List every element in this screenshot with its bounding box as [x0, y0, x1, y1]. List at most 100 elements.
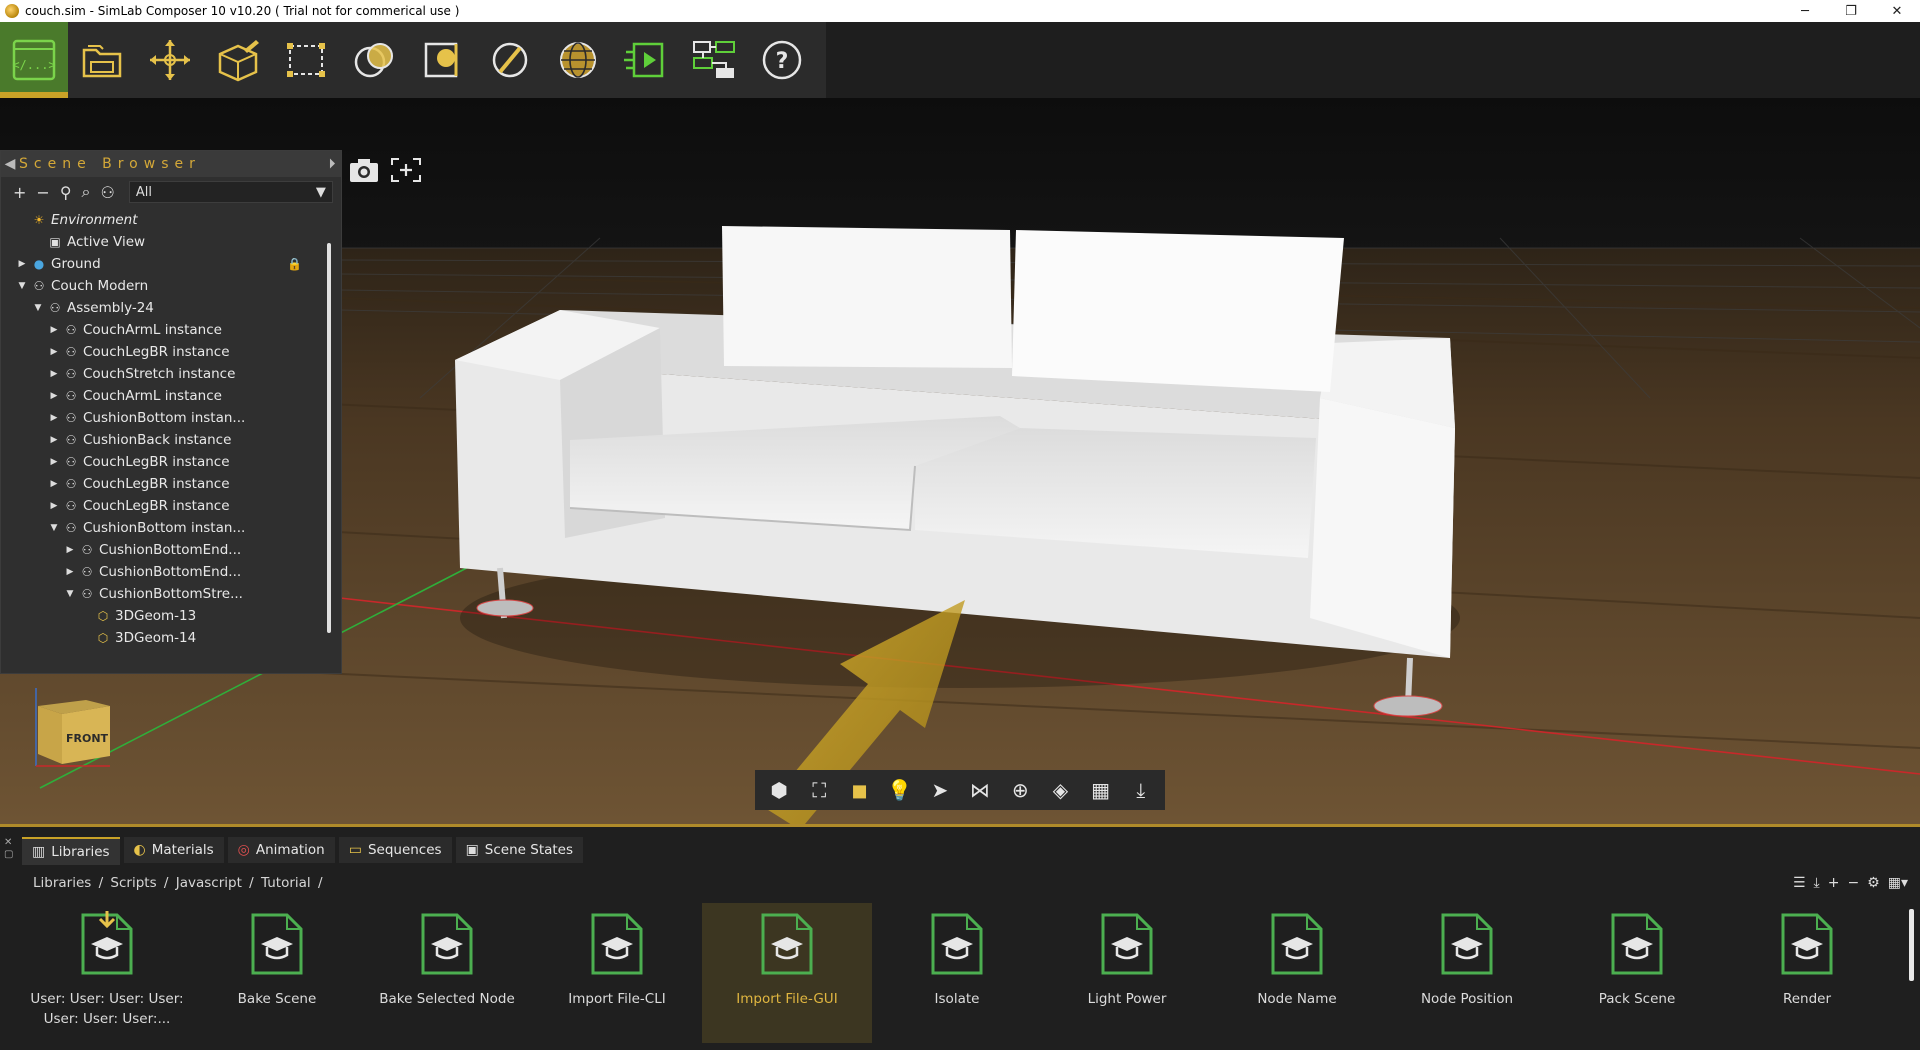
breadcrumb[interactable]: Libraries / Scripts / Javascript / Tutor… — [33, 875, 323, 891]
expand-arrow-icon[interactable]: ▶ — [63, 545, 77, 555]
add-icon[interactable]: + — [1828, 875, 1840, 891]
maximize-button[interactable]: ❐ — [1828, 0, 1874, 22]
drop-to-floor-icon[interactable]: ⤓ — [1125, 774, 1157, 806]
remove-icon[interactable]: − — [1847, 875, 1859, 891]
filter-dropdown[interactable]: All ▼ — [128, 181, 333, 203]
tree-item[interactable]: ▶ ⚇ CouchStretch instance — [1, 363, 341, 385]
node-graph-button[interactable] — [680, 22, 748, 98]
expand-arrow-icon[interactable]: ▶ — [47, 457, 61, 467]
tree-item[interactable]: ▣ Active View — [1, 231, 341, 253]
zoom-region-icon[interactable]: ⊕ — [1004, 774, 1036, 806]
download-icon[interactable]: ⤓ — [1814, 875, 1820, 891]
expand-arrow-icon[interactable]: ▶ — [47, 501, 61, 511]
scripting-button[interactable]: </...> — [0, 22, 68, 98]
tab-materials[interactable]: ◐ Materials — [123, 837, 224, 863]
library-item[interactable]: Node Name — [1212, 903, 1382, 1043]
library-item[interactable]: Pack Scene — [1552, 903, 1722, 1043]
tree-item[interactable]: ▼ ⚇ CushionBottom instan... — [1, 517, 341, 539]
remove-icon[interactable]: − — [36, 183, 49, 202]
library-scrollbar[interactable] — [1909, 909, 1914, 981]
tab-scene-states[interactable]: ▣ Scene States — [455, 837, 584, 863]
tree-item[interactable]: ⬡ 3DGeom-14 — [1, 627, 341, 649]
tab-sequences[interactable]: ▭ Sequences — [338, 837, 452, 863]
disable-button[interactable] — [476, 22, 544, 98]
library-item[interactable]: Light Power — [1042, 903, 1212, 1043]
library-item[interactable]: User: User: User: User: User: User: User… — [22, 903, 192, 1043]
edit-button[interactable] — [204, 22, 272, 98]
tab-libraries[interactable]: ▥ Libraries — [22, 837, 120, 865]
expand-arrow-icon[interactable]: ▶ — [47, 369, 61, 379]
minimize-button[interactable]: ─ — [1782, 0, 1828, 22]
collapse-arrow-icon[interactable]: ▼ — [15, 281, 29, 291]
animation-play-button[interactable] — [612, 22, 680, 98]
tree-item[interactable]: ▶ ⚇ CouchLegBR instance — [1, 341, 341, 363]
tree-item[interactable]: ▶ ⚇ CouchLegBR instance — [1, 495, 341, 517]
tree-item[interactable]: ▶ ⚇ CouchArmL instance — [1, 385, 341, 407]
tree-item[interactable]: ▶ ● Ground 🔒 — [1, 253, 341, 275]
3d-viewport[interactable]: ◀ Scene Browser ⏵ + − ⚲ ⌕ ⚇ All ▼ ☀ Envir… — [0, 98, 1920, 827]
collapse-arrow-icon[interactable]: ▼ — [63, 589, 77, 599]
close-panel-icon[interactable]: ✕ — [4, 837, 13, 849]
tree-item[interactable]: ▼ ⚇ Assembly-24 — [1, 297, 341, 319]
collapse-left-icon[interactable]: ◀ — [1, 156, 19, 172]
expand-arrow-icon[interactable]: ▶ — [47, 413, 61, 423]
tree-item[interactable]: ▼ ⚇ Couch Modern — [1, 275, 341, 297]
tab-animation[interactable]: ◎ Animation — [227, 837, 335, 863]
ground-plane-icon[interactable]: ⋈ — [964, 774, 996, 806]
tree-item[interactable]: ☀ Environment — [1, 209, 341, 231]
scene-browser-scrollbar[interactable] — [327, 243, 331, 633]
expand-right-icon[interactable]: ⏵ — [323, 156, 341, 172]
tag-icon[interactable]: ⚲ — [60, 183, 72, 202]
tree-item[interactable]: ▶ ⚇ CushionBottomEnd... — [1, 539, 341, 561]
expand-arrow-icon[interactable]: ▶ — [47, 435, 61, 445]
shading-cube-icon[interactable]: ◼ — [843, 774, 875, 806]
library-item[interactable]: Isolate — [872, 903, 1042, 1043]
search-icon[interactable]: ⌕ — [82, 182, 91, 202]
help-button[interactable]: ? — [748, 22, 816, 98]
camera-icon[interactable] — [348, 156, 380, 184]
grid-icon[interactable]: ▦ — [1085, 774, 1117, 806]
float-panel-icon[interactable]: ▢ — [4, 849, 13, 861]
library-item[interactable]: Node Position — [1382, 903, 1552, 1043]
tree-item[interactable]: ▶ ⚇ CouchLegBR instance — [1, 451, 341, 473]
collapse-arrow-icon[interactable]: ▼ — [47, 523, 61, 533]
layers-icon[interactable]: ◈ — [1044, 774, 1076, 806]
close-button[interactable]: ✕ — [1874, 0, 1920, 22]
settings-icon[interactable]: ⚙ — [1867, 875, 1880, 891]
add-view-icon[interactable] — [390, 156, 422, 184]
expand-arrow-icon[interactable]: ▶ — [15, 259, 29, 269]
tree-item[interactable]: ▶ ⚇ CushionBottom instan... — [1, 407, 341, 429]
hierarchy-icon[interactable]: ⚇ — [101, 183, 115, 202]
expand-arrow-icon[interactable]: ▶ — [47, 347, 61, 357]
list-view-icon[interactable]: ☰ — [1793, 875, 1806, 891]
scene-open-button[interactable] — [68, 22, 136, 98]
library-item[interactable]: Import File-GUI — [702, 903, 872, 1043]
vr-button[interactable] — [544, 22, 612, 98]
expand-arrow-icon[interactable]: ▶ — [47, 391, 61, 401]
expand-arrow-icon[interactable]: ▶ — [63, 567, 77, 577]
expand-arrow-icon[interactable]: ▶ — [47, 325, 61, 335]
grid-view-icon[interactable]: ▦▾ — [1888, 875, 1908, 891]
library-item[interactable]: Bake Selected Node — [362, 903, 532, 1043]
add-icon[interactable]: + — [13, 183, 26, 202]
library-item[interactable]: Bake Scene — [192, 903, 362, 1043]
tree-item[interactable]: ▶ ⚇ CushionBottomEnd... — [1, 561, 341, 583]
fit-view-icon[interactable]: ⛶ — [803, 774, 835, 806]
tree-item[interactable]: ⬡ 3DGeom-13 — [1, 605, 341, 627]
view-cube-icon[interactable]: ⬢ — [763, 774, 795, 806]
navigation-cube[interactable]: FRONT — [30, 686, 114, 772]
render-button[interactable] — [408, 22, 476, 98]
expand-arrow-icon[interactable]: ▶ — [47, 479, 61, 489]
library-item[interactable]: Import File-CLI — [532, 903, 702, 1043]
light-bulb-icon[interactable]: 💡 — [884, 774, 916, 806]
tree-item[interactable]: ▶ ⚇ CouchArmL instance — [1, 319, 341, 341]
select-region-button[interactable] — [272, 22, 340, 98]
tree-item[interactable]: ▶ ⚇ CouchLegBR instance — [1, 473, 341, 495]
lock-icon[interactable]: 🔒 — [287, 257, 302, 271]
collapse-arrow-icon[interactable]: ▼ — [31, 303, 45, 313]
materials-button[interactable] — [340, 22, 408, 98]
tree-item[interactable]: ▼ ⚇ CushionBottomStre... — [1, 583, 341, 605]
cursor-icon[interactable]: ➤ — [924, 774, 956, 806]
library-item[interactable]: Render — [1722, 903, 1892, 1043]
transform-button[interactable] — [136, 22, 204, 98]
